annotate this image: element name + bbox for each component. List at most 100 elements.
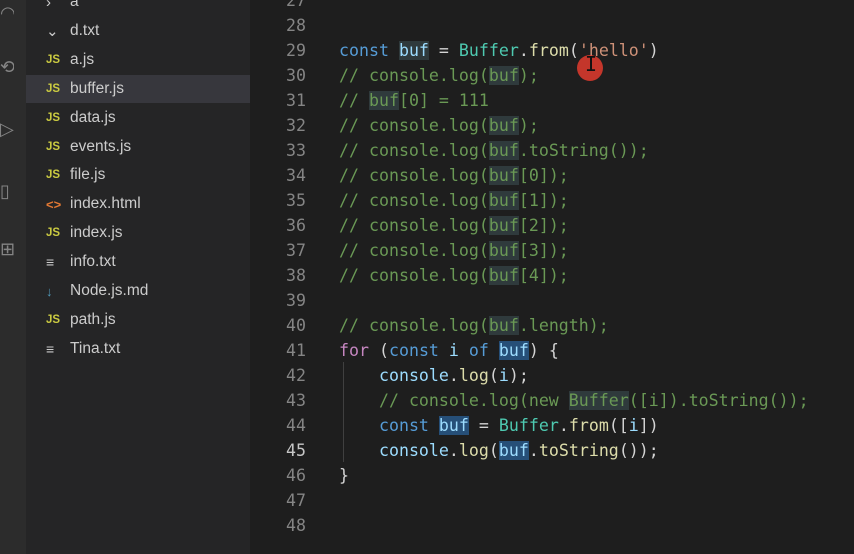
explorer-item[interactable]: JS index.js	[26, 219, 250, 247]
code-token: buf	[488, 116, 519, 135]
code-token: ());	[618, 441, 659, 460]
line-number: 35	[286, 191, 306, 210]
js-file-icon: JS	[46, 82, 61, 95]
code-token: buf	[488, 141, 519, 160]
explorer-item[interactable]: JS data.js	[26, 104, 250, 132]
line-number: 48	[286, 516, 306, 535]
explorer-item[interactable]: ≡ info.txt	[26, 248, 250, 276]
line-number: 29	[286, 41, 306, 60]
code-editor[interactable]: 27 28 29 const buf = Buffer.from('hello') 30…	[250, 0, 854, 554]
run-debug-icon[interactable]: ⟲	[0, 58, 14, 78]
explorer-item[interactable]: ⌄ d.txt	[26, 17, 250, 45]
code-line[interactable]: 39	[250, 288, 854, 313]
code-line[interactable]: 36 // console.log(buf[2]);	[250, 213, 854, 238]
code-line[interactable]: 46}	[250, 463, 854, 488]
code-text: // console.log(buf.toString());	[339, 138, 649, 163]
code-line[interactable]: 28	[250, 13, 854, 38]
html-file-icon: <>	[46, 196, 62, 212]
code-token: ])	[638, 416, 659, 435]
code-token: i	[448, 341, 459, 360]
code-line[interactable]: 30 // console.log(buf);	[250, 63, 854, 88]
code-token: [1]);	[518, 191, 569, 210]
code-token: Buffer	[568, 391, 629, 410]
code-token: )	[648, 41, 659, 60]
code-line[interactable]: 48	[250, 513, 854, 538]
code-token: }	[339, 466, 349, 485]
code-line[interactable]: 32 // console.log(buf);	[250, 113, 854, 138]
source-control-icon[interactable]: ◠	[0, 4, 14, 24]
code-line[interactable]: 31 // buf[0] = 111	[250, 88, 854, 113]
code-token: buf	[498, 441, 529, 460]
code-line[interactable]: 33 // console.log(buf.toString());	[250, 138, 854, 163]
line-number: 38	[286, 266, 306, 285]
explorer-item[interactable]: JS file.js	[26, 161, 250, 189]
code-line[interactable]: 45 console.log(buf.toString());	[250, 438, 854, 463]
code-token: from	[568, 416, 609, 435]
code-token: );	[518, 116, 539, 135]
code-token: // console.log(	[339, 316, 489, 335]
explorer-item[interactable]: JS path.js	[26, 306, 250, 334]
line-number: 32	[286, 116, 306, 135]
code-token: [3]);	[518, 241, 569, 260]
line-number: 31	[286, 91, 306, 110]
code-token: //	[339, 91, 369, 110]
code-text: // console.log(buf[4]);	[339, 263, 569, 288]
code-text: // console.log(buf);	[339, 113, 539, 138]
code-line[interactable]: 34 // console.log(buf[0]);	[250, 163, 854, 188]
code-token: // console.log(new	[378, 391, 569, 410]
code-line[interactable]: 44 const buf = Buffer.from([i])	[250, 413, 854, 438]
code-line[interactable]: 37 // console.log(buf[3]);	[250, 238, 854, 263]
code-line[interactable]: 41 for (const i of buf) {	[250, 338, 854, 363]
explorer-item[interactable]: JS events.js	[26, 133, 250, 161]
line-number: 41	[286, 341, 306, 360]
js-file-icon: JS	[46, 53, 61, 66]
explorer-item-label: a	[70, 0, 79, 10]
code-token: Buffer	[458, 41, 519, 60]
code-token: const	[339, 41, 389, 60]
explorer-item[interactable]: › a	[26, 0, 250, 16]
code-token: toString	[538, 441, 619, 460]
code-token: console	[378, 366, 449, 385]
code-line[interactable]: 38 // console.log(buf[4]);	[250, 263, 854, 288]
code-token: [0]);	[518, 166, 569, 185]
code-text: // buf[0] = 111	[339, 88, 489, 113]
code-token: ([i]).toString());	[628, 391, 809, 410]
code-text: // console.log(buf[3]);	[339, 238, 569, 263]
code-text: console.log(buf.toString());	[339, 438, 659, 463]
explorer-item[interactable]: JS a.js	[26, 46, 250, 74]
code-token: buf	[398, 41, 429, 60]
code-line[interactable]: 47	[250, 488, 854, 513]
remote-icon[interactable]: ▯	[0, 182, 14, 202]
js-file-icon: JS	[46, 227, 61, 240]
explorer-item[interactable]: ≡ Tina.txt	[26, 335, 250, 363]
code-line[interactable]: 29 const buf = Buffer.from('hello')	[250, 38, 854, 63]
code-token: .	[518, 41, 529, 60]
code-line[interactable]: 40 // console.log(buf.length);	[250, 313, 854, 338]
code-token: from	[528, 41, 569, 60]
code-line[interactable]: 43 // console.log(new Buffer([i]).toStri…	[250, 388, 854, 413]
text-cursor-icon: I	[585, 52, 598, 76]
line-number: 42	[286, 366, 306, 385]
explorer-item[interactable]: <> index.html	[26, 190, 250, 218]
line-number: 45	[286, 441, 306, 460]
chevron-down-icon: ⌄	[46, 22, 59, 40]
code-text: // console.log(buf[1]);	[339, 188, 569, 213]
code-line[interactable]: 42 console.log(i);	[250, 363, 854, 388]
code-token: // console.log(	[339, 191, 489, 210]
explorer-item[interactable]: JS buffer.js	[26, 74, 250, 103]
settings-icon[interactable]: ⊞	[0, 240, 14, 260]
explorer-item[interactable]: ↓ Node.js.md	[26, 277, 250, 305]
code-token: of	[468, 341, 489, 360]
explorer-item-label: a.js	[70, 50, 95, 68]
js-file-icon: JS	[46, 140, 61, 153]
code-line[interactable]: 35 // console.log(buf[1]);	[250, 188, 854, 213]
chevron-right-icon: ›	[46, 0, 51, 11]
extensions-icon[interactable]: ▷	[0, 120, 14, 140]
code-token: // console.log(	[339, 141, 489, 160]
code-token: // console.log(	[339, 216, 489, 235]
code-line[interactable]: 27	[250, 0, 854, 13]
line-number: 44	[286, 416, 306, 435]
